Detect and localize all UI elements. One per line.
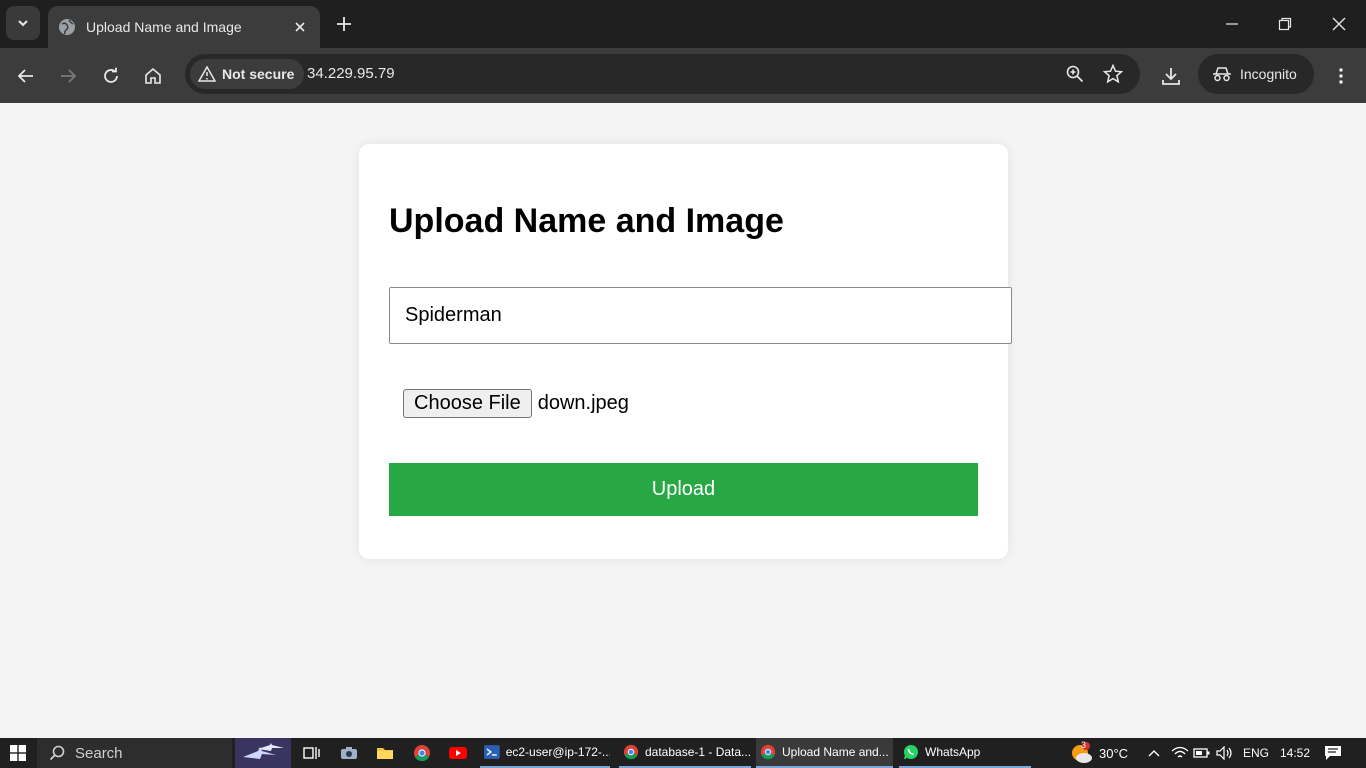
reload-icon bbox=[104, 67, 118, 83]
file-picker: Choose File down.jpeg bbox=[403, 389, 629, 418]
terminal-icon bbox=[484, 745, 500, 759]
globe-icon bbox=[58, 18, 76, 36]
warning-icon bbox=[198, 66, 216, 82]
search-label: Search bbox=[75, 744, 123, 762]
arrow-left-icon bbox=[17, 69, 33, 83]
plus-icon bbox=[337, 17, 351, 31]
address-bar[interactable]: Not secure 34.229.95.79 bbox=[185, 54, 1140, 94]
speaker-icon bbox=[1216, 746, 1232, 760]
close-tab-icon[interactable] bbox=[290, 17, 310, 37]
incognito-profile-button[interactable]: Incognito bbox=[1198, 54, 1314, 94]
notifications-button[interactable] bbox=[1322, 742, 1344, 764]
incognito-icon bbox=[1213, 67, 1231, 82]
chrome-icon bbox=[760, 744, 776, 760]
chevron-up-icon bbox=[1148, 750, 1160, 757]
windows-logo-icon bbox=[10, 745, 26, 761]
incognito-label: Incognito bbox=[1240, 66, 1297, 82]
task-view-icon bbox=[303, 747, 320, 759]
downloads-button[interactable] bbox=[1155, 60, 1187, 92]
youtube-icon bbox=[449, 747, 467, 759]
volume-button[interactable] bbox=[1214, 742, 1236, 764]
name-input[interactable] bbox=[389, 287, 1012, 344]
taskbar-app-upload-chrome[interactable]: Upload Name and... bbox=[756, 738, 893, 768]
new-tab-button[interactable] bbox=[332, 12, 356, 36]
star-icon bbox=[1103, 64, 1123, 84]
selected-file-name: down.jpeg bbox=[537, 392, 629, 414]
close-icon bbox=[1332, 17, 1346, 31]
download-icon bbox=[1162, 68, 1180, 85]
tab-title: Upload Name and Image bbox=[86, 19, 242, 35]
clock[interactable]: 14:52 bbox=[1280, 746, 1310, 760]
chrome-icon bbox=[414, 745, 430, 762]
browser-titlebar: Upload Name and Image bbox=[0, 0, 1366, 48]
taskbar-app-label: database-1 - Data... bbox=[644, 745, 751, 759]
airplanes-icon bbox=[243, 743, 284, 759]
security-chip[interactable]: Not secure bbox=[190, 59, 305, 89]
page-viewport: Upload Name and Image Choose File down.j… bbox=[0, 103, 1366, 738]
page-title: Upload Name and Image bbox=[389, 202, 784, 240]
reload-button[interactable] bbox=[95, 60, 127, 92]
file-explorer-button[interactable] bbox=[374, 742, 396, 764]
network-button[interactable] bbox=[1169, 742, 1191, 764]
battery-icon bbox=[1193, 748, 1210, 758]
choose-file-button[interactable]: Choose File bbox=[403, 389, 532, 418]
taskbar-app-database-chrome[interactable]: database-1 - Data... bbox=[619, 738, 751, 768]
upload-button[interactable]: Upload bbox=[389, 463, 978, 516]
windows-taskbar: Search ec2-user@ip-172-... database-1 - … bbox=[0, 738, 1366, 768]
taskbar-app-terminal[interactable]: ec2-user@ip-172-... bbox=[480, 738, 610, 768]
chrome-icon bbox=[623, 744, 639, 760]
tray-overflow-button[interactable] bbox=[1143, 742, 1165, 764]
temperature[interactable]: 30°C bbox=[1099, 746, 1128, 761]
start-button[interactable] bbox=[0, 738, 36, 768]
battery-button[interactable] bbox=[1191, 742, 1213, 764]
tab-search-button[interactable] bbox=[6, 6, 40, 40]
home-button[interactable] bbox=[137, 60, 169, 92]
minimize-icon bbox=[1226, 23, 1238, 25]
browser-toolbar: Not secure 34.229.95.79 Incognito bbox=[0, 48, 1366, 103]
zoom-icon bbox=[1066, 65, 1084, 83]
arrow-right-icon bbox=[61, 69, 77, 83]
back-button[interactable] bbox=[10, 60, 42, 92]
weather-badge: 3 bbox=[1081, 740, 1087, 750]
camera-app-button[interactable] bbox=[338, 742, 360, 764]
notification-icon bbox=[1325, 746, 1341, 760]
language-indicator[interactable]: ENG bbox=[1243, 746, 1269, 760]
upload-form-card: Upload Name and Image Choose File down.j… bbox=[359, 144, 1012, 559]
url-text[interactable]: 34.229.95.79 bbox=[307, 65, 395, 82]
task-view-button[interactable] bbox=[301, 742, 323, 764]
taskbar-app-whatsapp[interactable]: WhatsApp bbox=[899, 738, 1031, 768]
forward-button[interactable] bbox=[52, 60, 84, 92]
minimize-button[interactable] bbox=[1217, 10, 1247, 38]
youtube-button[interactable] bbox=[447, 742, 469, 764]
security-label: Not secure bbox=[222, 66, 295, 82]
whatsapp-icon bbox=[904, 745, 918, 760]
home-icon bbox=[145, 67, 161, 84]
bookmark-button[interactable] bbox=[1101, 62, 1125, 86]
taskbar-app-label: WhatsApp bbox=[925, 745, 981, 759]
search-highlight-image[interactable] bbox=[235, 738, 291, 768]
wifi-icon bbox=[1171, 746, 1189, 758]
taskbar-app-label: ec2-user@ip-172-... bbox=[505, 745, 610, 759]
taskbar-search[interactable]: Search bbox=[37, 738, 232, 768]
chrome-pinned-button[interactable] bbox=[411, 742, 433, 764]
restore-button[interactable] bbox=[1270, 10, 1300, 38]
close-window-button[interactable] bbox=[1324, 10, 1354, 38]
camera-icon bbox=[341, 747, 357, 759]
browser-menu-button[interactable] bbox=[1325, 60, 1357, 92]
chevron-down-icon bbox=[18, 20, 28, 27]
folder-icon bbox=[377, 748, 393, 759]
taskbar-app-label: Upload Name and... bbox=[782, 745, 889, 759]
zoom-button[interactable] bbox=[1063, 62, 1087, 86]
search-icon bbox=[49, 745, 65, 761]
restore-icon bbox=[1278, 17, 1292, 31]
kebab-menu-icon bbox=[1339, 68, 1343, 84]
tab-active[interactable]: Upload Name and Image bbox=[48, 6, 320, 48]
